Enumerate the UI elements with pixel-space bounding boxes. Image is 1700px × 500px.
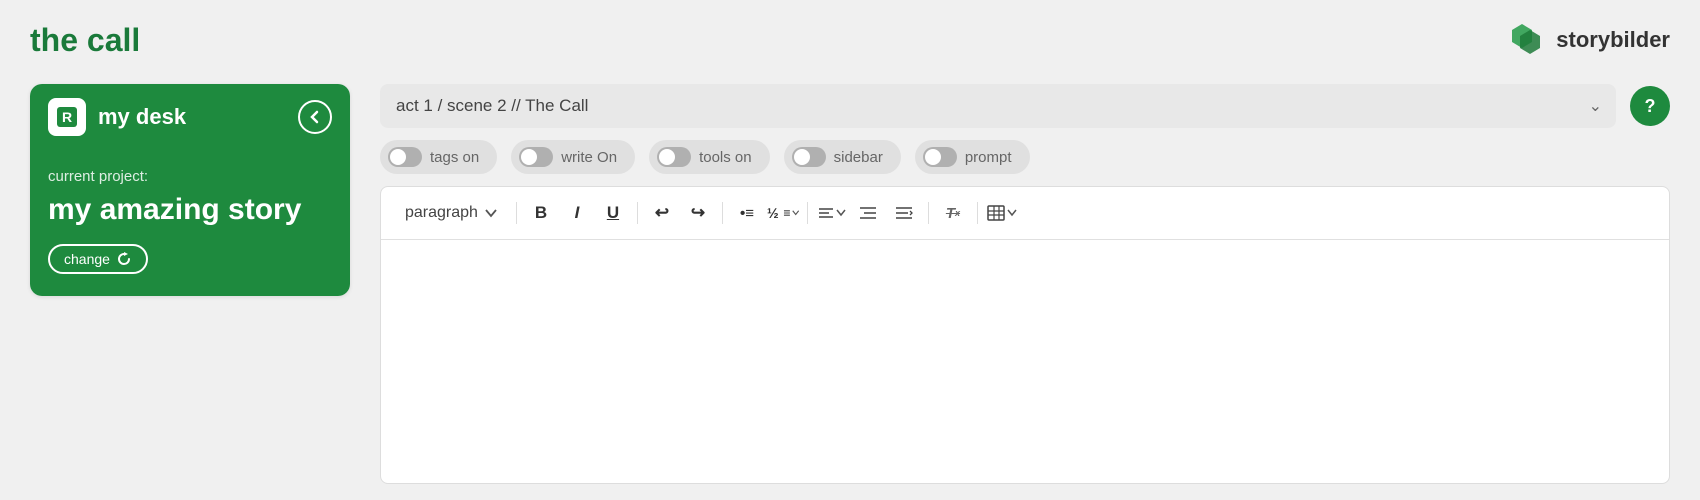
- breadcrumb-row: act 1 / scene 2 // The Call ⌄ ?: [380, 84, 1670, 128]
- toggle-switch-prompt: [923, 147, 957, 167]
- bullet-list-button[interactable]: •≡: [731, 197, 763, 229]
- redo-button[interactable]: ↪: [682, 197, 714, 229]
- toggle-tags-on[interactable]: tags on: [380, 140, 497, 174]
- breadcrumb-select[interactable]: act 1 / scene 2 // The Call: [380, 84, 1616, 128]
- help-button[interactable]: ?: [1630, 86, 1670, 126]
- toolbar-divider-1: [516, 202, 517, 224]
- header: the call storybilder: [0, 0, 1700, 74]
- breadcrumb-chevron-icon: ⌄: [1589, 96, 1602, 116]
- paragraph-select[interactable]: paragraph: [395, 199, 508, 227]
- toolbar-divider-2: [637, 202, 638, 224]
- table-icon: [987, 205, 1005, 221]
- list-chevron-icon: [792, 208, 799, 218]
- project-name: my amazing story: [48, 193, 332, 228]
- toggle-label-sidebar: sidebar: [834, 149, 883, 166]
- logo-icon: [1502, 18, 1546, 62]
- toggle-switch-tools: [657, 147, 691, 167]
- svg-text:R: R: [62, 109, 72, 125]
- logo-area: storybilder: [1502, 18, 1670, 62]
- toggle-switch-write: [519, 147, 553, 167]
- table-chevron-icon: [1007, 208, 1017, 218]
- align-icon: [818, 205, 834, 221]
- breadcrumb-wrapper: act 1 / scene 2 // The Call ⌄: [380, 84, 1616, 128]
- editor-wrapper: paragraph B I U ↩ ↪ •≡ ½: [380, 186, 1670, 484]
- toggle-knob-write: [521, 149, 537, 165]
- sidebar-card: R my desk current project: my amazing st…: [30, 84, 350, 296]
- toolbar-divider-5: [928, 202, 929, 224]
- toggle-label-prompt: prompt: [965, 149, 1012, 166]
- editor-content[interactable]: [381, 240, 1669, 483]
- toggle-switch-tags: [388, 147, 422, 167]
- sidebar-header-left: R my desk: [48, 98, 186, 136]
- toggle-sidebar[interactable]: sidebar: [784, 140, 901, 174]
- italic-button[interactable]: I: [561, 197, 593, 229]
- main-layout: R my desk current project: my amazing st…: [0, 74, 1700, 494]
- toggle-write-on[interactable]: write On: [511, 140, 635, 174]
- my-desk-icon: R: [48, 98, 86, 136]
- align-chevron-icon: [836, 208, 846, 218]
- sidebar-body: current project: my amazing story change: [30, 150, 350, 296]
- sidebar-header: R my desk: [30, 84, 350, 150]
- toolbar-divider-4: [807, 202, 808, 224]
- outdent-button[interactable]: [888, 197, 920, 229]
- toggle-prompt[interactable]: prompt: [915, 140, 1030, 174]
- toggle-tools-on[interactable]: tools on: [649, 140, 770, 174]
- desk-icon: R: [54, 104, 80, 130]
- current-project-label: current project:: [48, 168, 332, 185]
- toggle-knob-tags: [390, 149, 406, 165]
- list-icon: [781, 207, 790, 219]
- toggle-row: tags on write On tools on sidebar: [380, 140, 1670, 174]
- toolbar: paragraph B I U ↩ ↪ •≡ ½: [381, 187, 1669, 240]
- underline-button[interactable]: U: [597, 197, 629, 229]
- toggle-knob-prompt: [925, 149, 941, 165]
- toggle-knob-sidebar: [794, 149, 810, 165]
- toggle-label-tags: tags on: [430, 149, 479, 166]
- bold-button[interactable]: B: [525, 197, 557, 229]
- toggle-knob-tools: [659, 149, 675, 165]
- toggle-label-write: write On: [561, 149, 617, 166]
- sidebar-collapse-button[interactable]: [298, 100, 332, 134]
- change-button[interactable]: change: [48, 244, 148, 274]
- my-desk-label: my desk: [98, 104, 186, 130]
- toolbar-divider-3: [722, 202, 723, 224]
- undo-button[interactable]: ↩: [646, 197, 678, 229]
- numbered-list-button[interactable]: ½: [767, 197, 799, 229]
- indent-button[interactable]: [852, 197, 884, 229]
- paragraph-label: paragraph: [405, 204, 478, 222]
- align-button[interactable]: [816, 197, 848, 229]
- right-content: act 1 / scene 2 // The Call ⌄ ? tags on …: [380, 84, 1670, 484]
- sidebar: R my desk current project: my amazing st…: [30, 84, 350, 484]
- arrow-left-icon: [307, 109, 323, 125]
- refresh-icon: [116, 251, 132, 267]
- toggle-switch-sidebar: [792, 147, 826, 167]
- logo-text: storybilder: [1556, 27, 1670, 53]
- clear-format-button[interactable]: Tx: [937, 197, 969, 229]
- indent-icon: [859, 205, 877, 221]
- table-button[interactable]: [986, 197, 1018, 229]
- outdent-icon: [895, 205, 913, 221]
- toggle-label-tools: tools on: [699, 149, 752, 166]
- toolbar-divider-6: [977, 202, 978, 224]
- paragraph-chevron-icon: [484, 206, 498, 220]
- app-title: the call: [30, 22, 140, 59]
